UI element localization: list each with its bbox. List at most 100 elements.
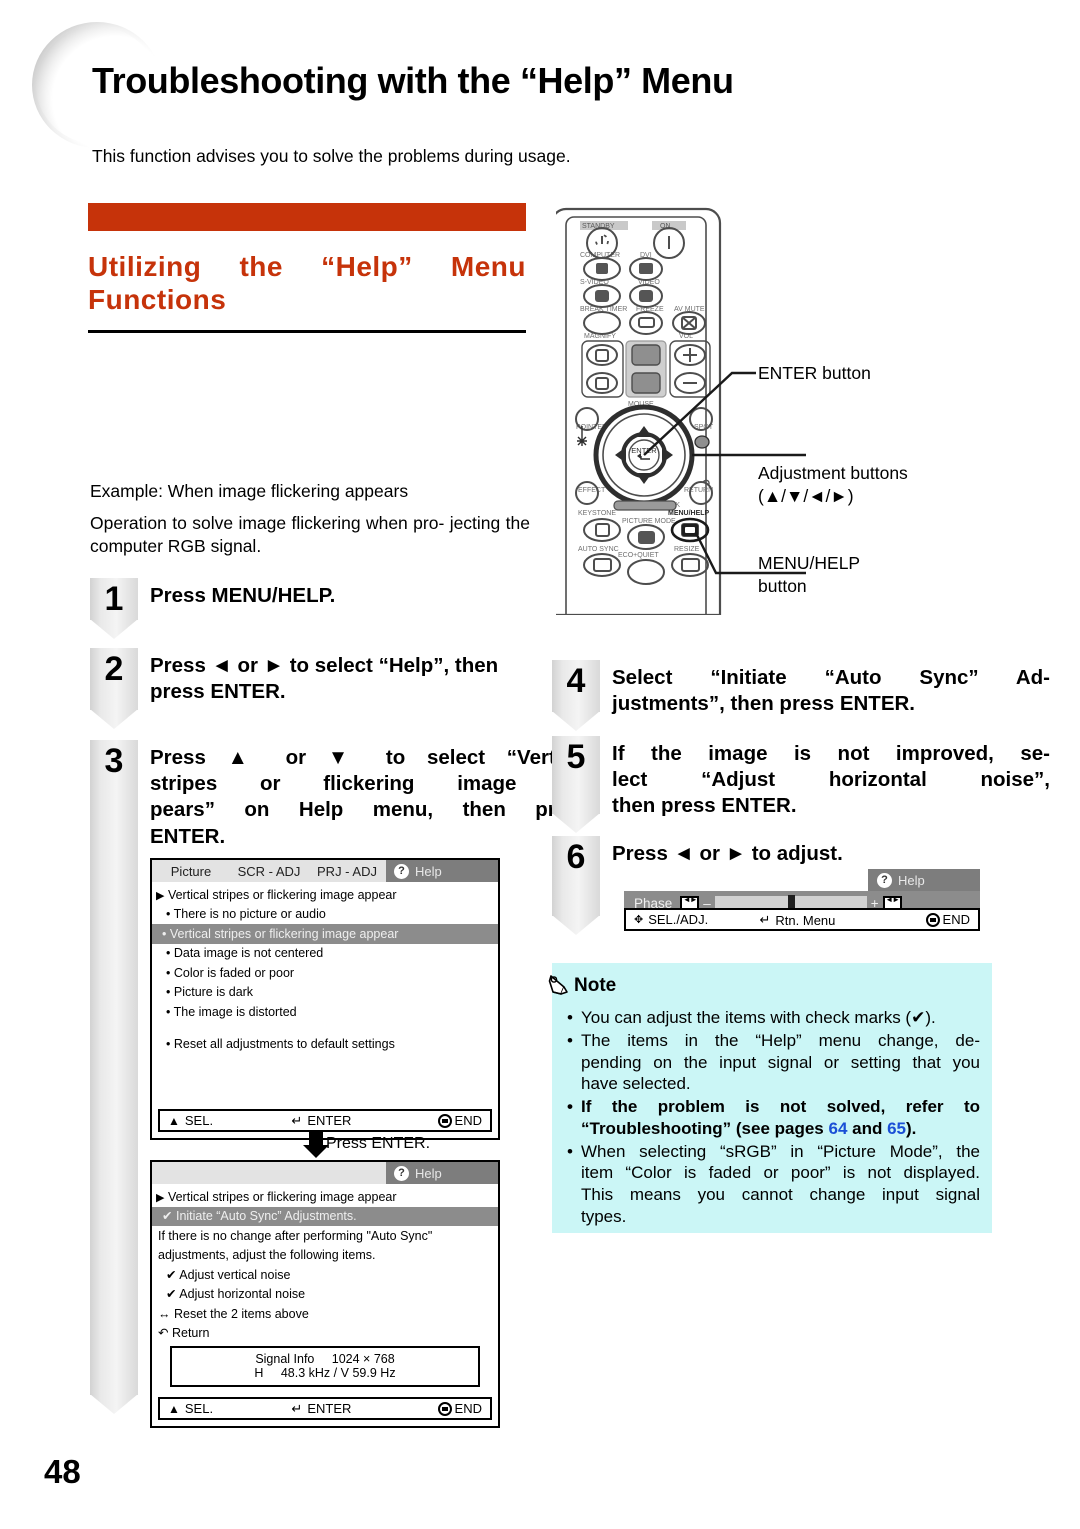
phase-footer-end: END (925, 912, 970, 927)
note-item-3-line1: When selecting “sRGB” in “Picture Mode”,… (581, 1141, 980, 1161)
osd-tab-help[interactable]: ? Help (386, 860, 498, 882)
osd2-footer-enter-label: ENTER (307, 1401, 352, 1416)
step-3-line3: pears” on Help menu, then press (150, 798, 590, 822)
note-item-2: If the problem is not solved, refer to “… (566, 1096, 980, 1140)
osd1-footer-end: END (437, 1113, 482, 1128)
osd2-note-line1: If there is no change after performing "… (158, 1228, 433, 1243)
svg-text:EFFECT: EFFECT (578, 487, 606, 494)
question-mark-icon: ? (877, 872, 892, 888)
signal-h-label: H (254, 1366, 264, 1380)
svg-text:AUTO SYNC: AUTO SYNC (578, 546, 619, 553)
note-title: Note (548, 975, 616, 997)
osd-item-4[interactable]: • Picture is dark (152, 983, 498, 1003)
phase-adjust-osd[interactable]: ? Help Phase [ 0 ] – + ✥ SEL./ADJ. ↵ Rtn… (624, 869, 980, 931)
signal-h-unit: kHz (308, 1366, 331, 1380)
step-1-line1: Press MENU/HELP. (150, 584, 336, 607)
note-page-ref-1[interactable]: 64 (828, 1119, 847, 1138)
osd-item-5-label: The image is distorted (173, 1004, 297, 1019)
osd-tab-bar: Picture SCR - ADJ PRJ - ADJ ? Help (152, 860, 498, 882)
osd1-footer-sel-label: SEL. (184, 1113, 214, 1128)
osd1-footer-end-label: END (454, 1113, 482, 1128)
osd-item-3[interactable]: • Color is faded or poor (152, 963, 498, 983)
osd2-item-2-label: Reset the 2 items above (173, 1306, 309, 1321)
osd2-footer-end: END (437, 1401, 482, 1416)
step-4-line2: justments”, then press ENTER. (612, 692, 916, 716)
step-2-text: Press ◄ or ► to select “Help”, then pres… (150, 653, 590, 705)
osd2-item-3[interactable]: ↶ Return (152, 1324, 498, 1344)
step-2-number: 2 (104, 650, 124, 688)
intro-text: This function advises you to solve the p… (92, 146, 571, 166)
step-1-number: 1 (104, 580, 124, 618)
section-heading: Utilizing the “Help” Menu Functions (88, 250, 538, 316)
svg-text:ENTER: ENTER (631, 446, 657, 455)
up-down-arrow-icon: ▲ (168, 1401, 180, 1416)
page-number: 48 (44, 1453, 81, 1490)
osd2-tab-help-label: Help (415, 1165, 442, 1181)
osd2-selected-item-label: Initiate “Auto Sync” Adjustments. (175, 1209, 357, 1224)
osd2-item-0[interactable]: ✔ Adjust vertical noise (152, 1265, 498, 1285)
note-page-ref-2[interactable]: 65 (887, 1119, 906, 1138)
check-icon: ✔ (166, 1267, 177, 1282)
callout-menuhelp-line1: MENU/HELP (758, 553, 861, 573)
osd-item-0-label: There is no picture or audio (173, 907, 326, 922)
phase-footer-rtn: ↵ Rtn. Menu (760, 912, 836, 928)
osd2-list-heading: ▶ Vertical stripes or flickering image a… (152, 1187, 498, 1207)
step-5-number: 5 (566, 738, 586, 776)
osd1-footer-bar: ▲ SEL. ↵ ENTER END (158, 1109, 492, 1132)
osd-tab-scr-adj[interactable]: SCR - ADJ (230, 860, 308, 882)
svg-text:RETURN: RETURN (684, 487, 713, 494)
step-5-line2: lect “Adjust horizontal noise”, (612, 768, 1050, 792)
osd-item-3-label: Color is faded or poor (173, 965, 295, 980)
osd2-item-1[interactable]: ✔ Adjust horizontal noise (152, 1285, 498, 1305)
svg-text:PICTURE MODE: PICTURE MODE (622, 518, 676, 525)
svg-text:ECO+QUIET: ECO+QUIET (618, 552, 659, 559)
osd1-footer-sel: ▲ SEL. (168, 1113, 213, 1128)
note-box: Note You can adjust the items with check… (548, 963, 992, 1233)
signal-info-resolution: 1024 × 768 (331, 1352, 395, 1366)
step-6-number: 6 (566, 838, 586, 876)
signal-v-unit: Hz (380, 1366, 396, 1380)
page-title: Troubleshooting with the “Help” Menu (92, 60, 734, 101)
osd2-note-line2: adjustments, adjust the following items. (158, 1248, 376, 1263)
step-5-line3: then press ENTER. (612, 794, 797, 818)
signal-info-box: Signal Info 1024 × 768 H 48.3 kHz / V 59… (170, 1346, 480, 1387)
signal-sep: / (333, 1366, 338, 1380)
signal-v-label: V (340, 1366, 349, 1380)
signal-info-line2: H 48.3 kHz / V 59.9 Hz (172, 1366, 478, 1380)
osd2-footer-sel: ▲ SEL. (168, 1401, 213, 1416)
step-3-text: Press ▲ or ▼ to select “Vertical stripes… (150, 745, 590, 850)
osd-item-0[interactable]: • There is no picture or audio (152, 905, 498, 925)
signal-info-label: Signal Info (255, 1352, 315, 1366)
osd-help-menu-panel[interactable]: Picture SCR - ADJ PRJ - ADJ ? Help ▶ Ver… (150, 858, 500, 1140)
osd-tab-picture[interactable]: Picture (152, 860, 230, 882)
step-3-number: 3 (104, 742, 124, 780)
left-right-arrow-icon: ↔ (158, 1306, 171, 1321)
note-item-2-mid: and (847, 1118, 888, 1138)
osd-tab-help-label: Help (415, 863, 442, 879)
osd2-selected-item[interactable]: ✔ Initiate “Auto Sync” Adjustments. (152, 1206, 498, 1227)
enter-arrow-icon: ↵ (291, 1112, 303, 1128)
step-3-line2: stripes or flickering image ap- (150, 772, 590, 796)
osd2-tab-bar: ? Help (152, 1162, 498, 1184)
osd-item-reset[interactable]: • Reset all adjustments to default setti… (152, 1035, 498, 1055)
osd-auto-sync-panel[interactable]: ? Help ▶ Vertical stripes or flickering … (150, 1160, 500, 1428)
callout-adjustment-line1: Adjustment buttons (758, 463, 908, 483)
transition-label: Press ENTER. (326, 1135, 431, 1152)
note-scallop-edge (552, 963, 992, 972)
osd2-item-2[interactable]: ↔ Reset the 2 items above (152, 1304, 498, 1324)
question-mark-icon: ? (394, 863, 409, 879)
step-5-text: If the image is not improved, se- lect “… (612, 741, 1050, 820)
step-3-line1: Press ▲ or ▼ to select “Vertical (150, 746, 590, 769)
note-item-3-line3: This means you cannot change input signa… (581, 1185, 980, 1204)
osd2-tab-help[interactable]: ? Help (386, 1162, 498, 1184)
step-6-text: Press ◄ or ► to adjust. (612, 841, 1012, 867)
osd-tab-prj-adj[interactable]: PRJ - ADJ (308, 860, 386, 882)
step-3-badge (90, 740, 138, 1414)
phase-help-tab[interactable]: ? Help (868, 869, 980, 891)
osd-item-5[interactable]: • The image is distorted (152, 1002, 498, 1022)
note-item-1: The items in the “Help” menu change, de-… (566, 1030, 980, 1095)
osd2-item-list: ▶ Vertical stripes or flickering image a… (152, 1184, 498, 1343)
osd-item-1-label: Vertical stripes or flickering image app… (169, 926, 399, 941)
osd-item-2[interactable]: • Data image is not centered (152, 944, 498, 964)
osd-item-1-selected[interactable]: • Vertical stripes or flickering image a… (152, 924, 498, 944)
